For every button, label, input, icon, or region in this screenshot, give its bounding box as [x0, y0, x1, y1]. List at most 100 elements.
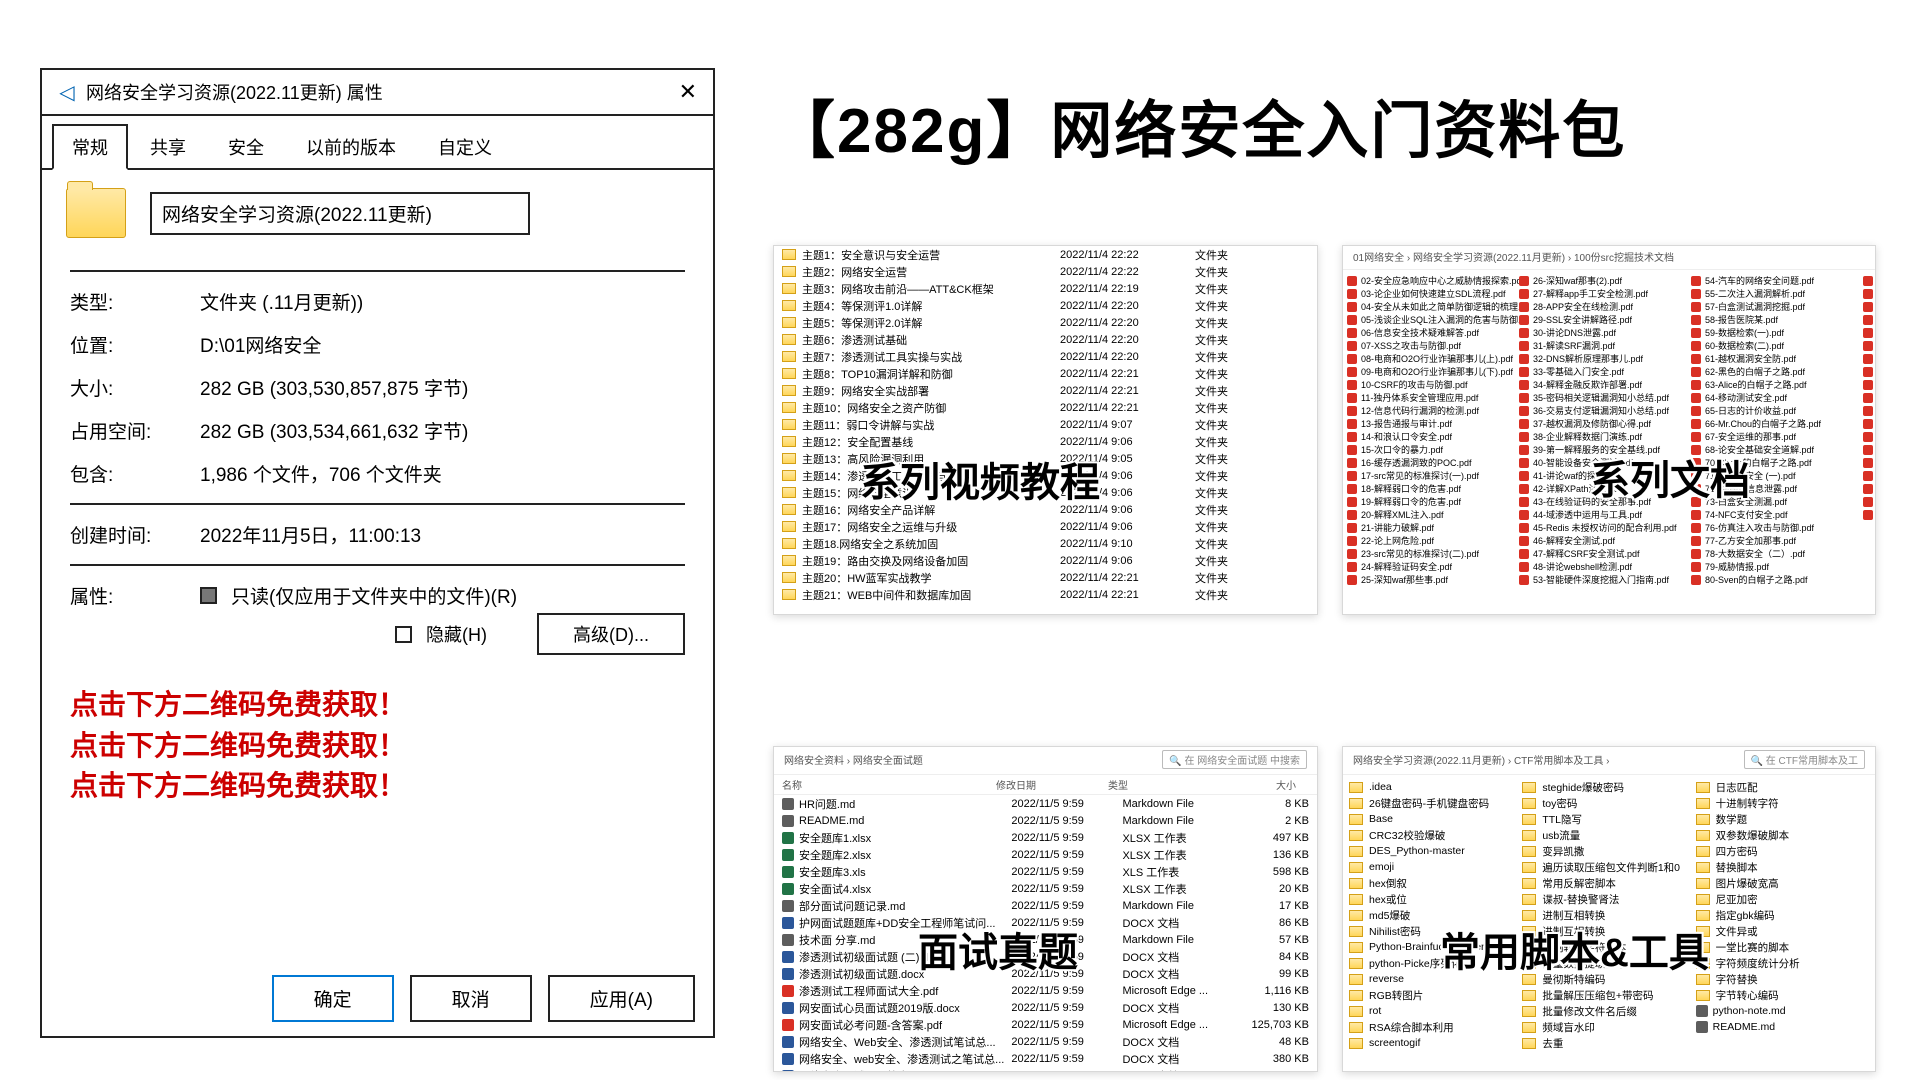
- list-item[interactable]: Base: [1349, 811, 1519, 827]
- list-item[interactable]: 主题3：网络攻击前沿——ATT&CK框架2022/11/4 22:19文件夹: [774, 280, 1317, 297]
- list-item[interactable]: 19-解释弱口令的危害.pdf: [1347, 495, 1519, 508]
- list-item[interactable]: 进制转化字符脚本: [1522, 939, 1692, 955]
- list-item[interactable]: Python-Brainfuck-master: [1349, 939, 1519, 955]
- list-item[interactable]: 44-域渗透中运用与工具.pdf: [1519, 508, 1691, 521]
- list-item[interactable]: 批量修改文件名后缀: [1522, 1003, 1692, 1019]
- list-item[interactable]: 81-APT研究设备安全.pdf: [1863, 274, 1876, 287]
- list-item[interactable]: 39-第一解释服务的安全基线.pdf: [1519, 443, 1691, 456]
- list-item[interactable]: 日志匹配: [1696, 779, 1866, 795]
- list-item[interactable]: 87-web常见挖掘之敏感信息收集.pdf: [1863, 352, 1876, 365]
- list-item[interactable]: 54-汽车的网络安全问题.pdf: [1691, 274, 1863, 287]
- list-item[interactable]: 主题2：网络安全运营2022/11/4 22:22文件夹: [774, 263, 1317, 280]
- list-item[interactable]: emoji: [1349, 859, 1519, 875]
- list-item[interactable]: 38-企业解释数据门演练.pdf: [1519, 430, 1691, 443]
- list-item[interactable]: 主题9：网络安全实战部署2022/11/4 22:21文件夹: [774, 382, 1317, 399]
- list-item[interactable]: 61-越权漏洞安全防.pdf: [1691, 352, 1863, 365]
- list-item[interactable]: 11-独丹体系安全管理应用.pdf: [1347, 391, 1519, 404]
- list-item[interactable]: steghide爆破密码: [1522, 779, 1692, 795]
- list-item[interactable]: 99-web常见挖掘之未授权访问漏洞.pdf: [1863, 508, 1876, 521]
- list-item[interactable]: 20-解释XML注入.pdf: [1347, 508, 1519, 521]
- list-item[interactable]: README.md: [1696, 1019, 1866, 1035]
- list-item[interactable]: 07-XSS之攻击与防御.pdf: [1347, 339, 1519, 352]
- list-item[interactable]: DES_Python-master: [1349, 843, 1519, 859]
- close-icon[interactable]: ✕: [653, 79, 703, 105]
- tab-general[interactable]: 常规: [52, 124, 128, 170]
- list-item[interactable]: .idea: [1349, 779, 1519, 795]
- list-item[interactable]: 98-mrmark的白帽子之路.pdf: [1863, 495, 1876, 508]
- list-item[interactable]: 53-智能硬件深度挖掘入门指南.pdf: [1519, 573, 1691, 586]
- list-item[interactable]: 26-深知waf那事(2).pdf: [1519, 274, 1691, 287]
- list-item[interactable]: RSA综合脚本利用: [1349, 1019, 1519, 1035]
- list-item[interactable]: 37-越权漏洞及修防御心得.pdf: [1519, 417, 1691, 430]
- list-item[interactable]: 进制互相转换: [1522, 907, 1692, 923]
- list-item[interactable]: 36-交易支付逻辑漏洞知小总结.pdf: [1519, 404, 1691, 417]
- folder-name-input[interactable]: 网络安全学习资源(2022.11更新): [150, 192, 530, 235]
- col-type[interactable]: 类型: [1108, 777, 1236, 792]
- list-item[interactable]: 护网面试题题库+DD安全工程师笔试问...2022/11/5 9:59DOCX …: [774, 914, 1317, 931]
- list-item[interactable]: 主题4：等保测评1.0详解2022/11/4 22:20文件夹: [774, 297, 1317, 314]
- list-item[interactable]: 主题18.网络安全之系统加固2022/11/4 9:10文件夹: [774, 535, 1317, 552]
- list-item[interactable]: 62-黑色的白帽子之路.pdf: [1691, 365, 1863, 378]
- list-item[interactable]: 84-APT常见攻击与防御.pdf: [1863, 313, 1876, 326]
- ok-button[interactable]: 确定: [272, 975, 394, 1022]
- list-item[interactable]: RGB转图片: [1349, 987, 1519, 1003]
- list-item[interactable]: 47-解释CSRF安全测试.pdf: [1519, 547, 1691, 560]
- list-item[interactable]: 57-白盒测试漏洞挖掘.pdf: [1691, 300, 1863, 313]
- list-item[interactable]: 43-在线验证码的安全那事.pdf: [1519, 495, 1691, 508]
- list-item[interactable]: HR问题.md2022/11/5 9:59Markdown File8 KB: [774, 795, 1317, 812]
- list-item[interactable]: 76-仿真注入攻击与防御.pdf: [1691, 521, 1863, 534]
- list-item[interactable]: 替换脚本: [1696, 859, 1866, 875]
- list-item[interactable]: 27-解释app手工安全检测.pdf: [1519, 287, 1691, 300]
- list-item[interactable]: 技术面 分享.md2022/11/5 9:59Markdown File57 K…: [774, 931, 1317, 948]
- list-item[interactable]: 09-电商和O2O行业诈骗那事儿(下).pdf: [1347, 365, 1519, 378]
- list-item[interactable]: 22-论上网危险.pdf: [1347, 534, 1519, 547]
- list-item[interactable]: Nihilist密码: [1349, 923, 1519, 939]
- list-item[interactable]: 89-web常见之逻辑漏洞挖掘.pdf: [1863, 378, 1876, 391]
- list-item[interactable]: 72-GitHub信息泄露.pdf: [1691, 482, 1863, 495]
- list-item[interactable]: 主题12：安全配置基线2022/11/4 9:06文件夹: [774, 433, 1317, 450]
- list-item[interactable]: 02-安全应急响应中心之威胁情报探索.pdf: [1347, 274, 1519, 287]
- readonly-check[interactable]: [200, 587, 217, 604]
- list-item[interactable]: 68-论安全基础安全道解.pdf: [1691, 443, 1863, 456]
- tab-previous[interactable]: 以前的版本: [286, 124, 416, 168]
- list-item[interactable]: 主题21：WEB中间件和数据库加固2022/11/4 22:21文件夹: [774, 586, 1317, 603]
- list-item[interactable]: 80-Sven的白帽子之路.pdf: [1691, 573, 1863, 586]
- list-item[interactable]: 78-大数据安全（二）.pdf: [1691, 547, 1863, 560]
- list-item[interactable]: 64-移动测试安全.pdf: [1691, 391, 1863, 404]
- list-item[interactable]: 86-web常见思考之SQL注入.pdf: [1863, 339, 1876, 352]
- list-item[interactable]: usb流量: [1522, 827, 1692, 843]
- list-item[interactable]: 渗透测试工程师面试大全.pdf2022/11/5 9:59Microsoft E…: [774, 982, 1317, 999]
- list-item[interactable]: 主题20：HW蓝军实战教学2022/11/4 22:21文件夹: [774, 569, 1317, 586]
- list-item[interactable]: 23-src常见的标准探讨(二).pdf: [1347, 547, 1519, 560]
- list-item[interactable]: 77-乙方安全加那事.pdf: [1691, 534, 1863, 547]
- list-item[interactable]: 网安面试心员面试题2019版.docx2022/11/5 9:59DOCX 文档…: [774, 999, 1317, 1016]
- list-item[interactable]: 主题14：渗透测试工具讲解与实战2022/11/4 9:06文件夹: [774, 467, 1317, 484]
- list-item[interactable]: 04-安全从未如此之简单防御逻辑的梳理.pdf: [1347, 300, 1519, 313]
- list-item[interactable]: 网络安全面试题及答案.docx2022/11/5 9:59DOCX 文档34 K…: [774, 1067, 1317, 1072]
- list-item[interactable]: 文件异或: [1696, 923, 1866, 939]
- list-item[interactable]: python-note.md: [1696, 1003, 1866, 1019]
- list-item[interactable]: CRC32校验爆破: [1349, 827, 1519, 843]
- list-item[interactable]: 部分面试问题记录.md2022/11/5 9:59Markdown File17…: [774, 897, 1317, 914]
- list-item[interactable]: 流量数据提取脚本: [1522, 955, 1692, 971]
- list-item[interactable]: 41-讲论waf的探讨.pdf: [1519, 469, 1691, 482]
- list-item[interactable]: 35-密码相关逻辑漏洞知小总结.pdf: [1519, 391, 1691, 404]
- list-item[interactable]: 96-web常见挖掘之上传测漏.pdf: [1863, 469, 1876, 482]
- list-item[interactable]: 谍叔-替换警肾法: [1522, 891, 1692, 907]
- list-item[interactable]: 70-Chora的白帽子之路.pdf: [1691, 456, 1863, 469]
- advanced-button[interactable]: 高级(D)...: [537, 613, 685, 655]
- list-item[interactable]: 主题10：网络安全之资产防御2022/11/4 22:21文件夹: [774, 399, 1317, 416]
- list-item[interactable]: 55-二次注入漏洞解析.pdf: [1691, 287, 1863, 300]
- list-item[interactable]: 十进制转字符: [1696, 795, 1866, 811]
- col-size[interactable]: 大小: [1236, 777, 1296, 792]
- list-item[interactable]: 字符替换: [1696, 971, 1866, 987]
- search-input[interactable]: 🔍 在 网络安全面试题 中搜索: [1162, 750, 1307, 769]
- list-item[interactable]: 安全题库2.xlsx2022/11/5 9:59XLSX 工作表136 KB: [774, 846, 1317, 863]
- list-item[interactable]: 字节转心编码: [1696, 987, 1866, 1003]
- list-item[interactable]: 66-Mr.Chou的白帽子之路.pdf: [1691, 417, 1863, 430]
- list-item[interactable]: 46-解释安全测试.pdf: [1519, 534, 1691, 547]
- list-item[interactable]: 15-次口令的暴力.pdf: [1347, 443, 1519, 456]
- list-item[interactable]: 21-讲能力破解.pdf: [1347, 521, 1519, 534]
- col-name[interactable]: 名称: [782, 777, 996, 792]
- list-item[interactable]: hex倒叙: [1349, 875, 1519, 891]
